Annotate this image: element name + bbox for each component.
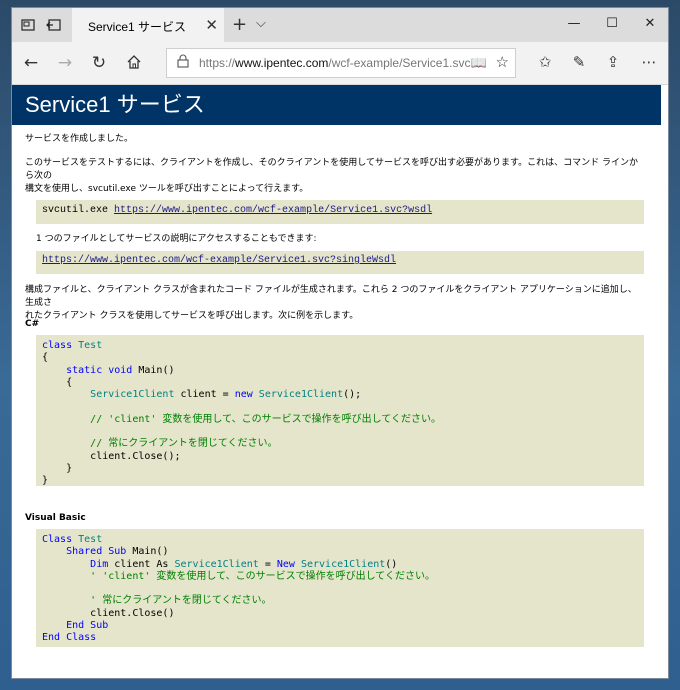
created-text: サービスを作成しました。 bbox=[25, 134, 134, 144]
page-content: Service1 サービス サービスを作成しました。 このサービスをテストするに… bbox=[12, 85, 668, 678]
web-note-icon[interactable]: ✎ bbox=[568, 53, 590, 71]
more-menu-icon[interactable]: ⋯ bbox=[638, 53, 660, 71]
svcutil-command: svcutil.exe bbox=[42, 205, 109, 216]
intro-paragraph: このサービスをテストするには、クライアントを作成し、そのクライアントを使用してサ… bbox=[25, 157, 645, 196]
single-file-note: 1 つのファイルとしてサービスの説明にアクセスすることもできます: bbox=[36, 234, 317, 244]
home-icon[interactable] bbox=[126, 54, 142, 70]
new-tab-icon[interactable]: + bbox=[232, 14, 247, 35]
csharp-label: C# bbox=[25, 319, 40, 329]
close-tab-icon[interactable]: ✕ bbox=[205, 16, 218, 34]
favorites-hub-icon[interactable]: ✩ bbox=[534, 53, 556, 71]
reading-view-icon[interactable]: 📖 bbox=[471, 55, 487, 71]
page-heading: Service1 サービス bbox=[12, 85, 661, 125]
share-icon[interactable]: ⇪ bbox=[602, 53, 624, 71]
close-window-icon[interactable]: ✕ bbox=[640, 16, 660, 31]
lock-icon[interactable] bbox=[177, 54, 189, 68]
favorite-star-icon[interactable]: ☆ bbox=[496, 53, 509, 71]
intro-line-2: 構文を使用し、svcutil.exe ツールを呼び出すことによって行えます。 bbox=[25, 184, 309, 194]
title-bar: Service1 サービス ✕ + ⌵ — ☐ ✕ bbox=[12, 8, 668, 42]
chevron-down-icon[interactable]: ⌵ bbox=[256, 16, 266, 31]
refresh-icon[interactable]: ↻ bbox=[88, 53, 110, 73]
tab-manager-icon[interactable] bbox=[20, 17, 36, 33]
vb-code-box: Class Test Shared Sub Main() Dim client … bbox=[36, 529, 644, 647]
vb-label: Visual Basic bbox=[25, 513, 86, 523]
csharp-code-box: class Test { static void Main() { Servic… bbox=[36, 335, 644, 486]
tab-title: Service1 サービス bbox=[88, 20, 187, 34]
single-wsdl-box: https://www.ipentec.com/wcf-example/Serv… bbox=[36, 251, 644, 274]
single-wsdl-link[interactable]: https://www.ipentec.com/wcf-example/Serv… bbox=[42, 255, 396, 266]
svcutil-command-box: svcutil.exe https://www.ipentec.com/wcf-… bbox=[36, 200, 644, 224]
maximize-icon[interactable]: ☐ bbox=[602, 16, 622, 31]
generation-line-1: 構成ファイルと、クライアント クラスが含まれたコード ファイルが生成されます。こ… bbox=[25, 285, 637, 308]
generation-paragraph: 構成ファイルと、クライアント クラスが含まれたコード ファイルが生成されます。こ… bbox=[25, 284, 645, 323]
tab-service1[interactable]: Service1 サービス ✕ bbox=[72, 8, 224, 42]
intro-line-1: このサービスをテストするには、クライアントを作成し、そのクライアントを使用してサ… bbox=[25, 158, 638, 181]
address-bar[interactable]: https://www.ipentec.com/wcf-example/Serv… bbox=[166, 48, 516, 78]
minimize-icon[interactable]: — bbox=[564, 16, 584, 31]
back-icon[interactable]: ← bbox=[20, 53, 42, 73]
wsdl-link[interactable]: https://www.ipentec.com/wcf-example/Serv… bbox=[114, 205, 432, 216]
browser-window: Service1 サービス ✕ + ⌵ — ☐ ✕ ← → ↻ https://… bbox=[12, 8, 668, 678]
generation-line-2: れたクライアント クラスを使用してサービスを呼び出します。次に例を示します。 bbox=[25, 311, 359, 321]
url-text[interactable]: https://www.ipentec.com/wcf-example/Serv… bbox=[199, 56, 470, 70]
set-aside-tabs-icon[interactable] bbox=[46, 17, 62, 33]
toolbar: ← → ↻ https://www.ipentec.com/wcf-exampl… bbox=[12, 42, 668, 85]
vb-code: Class Test Shared Sub Main() Dim client … bbox=[42, 534, 435, 644]
forward-icon[interactable]: → bbox=[54, 53, 76, 73]
csharp-code: class Test { static void Main() { Servic… bbox=[42, 340, 442, 487]
